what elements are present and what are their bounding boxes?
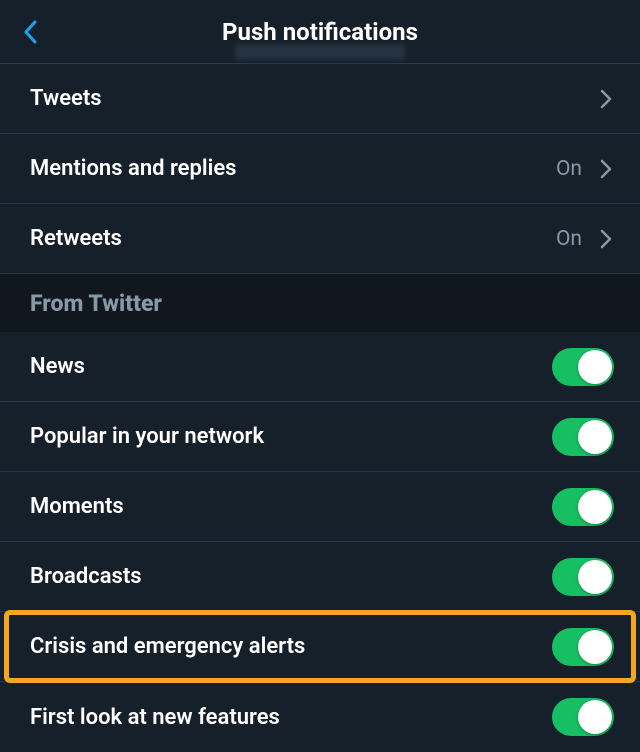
row-label: Tweets [30,86,600,111]
toggle-knob [578,630,612,664]
toggle-label: News [30,354,552,379]
back-button[interactable] [20,17,40,47]
row-tweets[interactable]: Tweets [0,64,640,134]
row-value: On [556,227,582,251]
toggle-moments[interactable] [552,488,614,526]
row-mentions[interactable]: Mentions and replies On [0,134,640,204]
row-label: Mentions and replies [30,156,556,181]
toggle-label: Crisis and emergency alerts [30,634,552,659]
toggle-knob [578,420,612,454]
toggle-knob [578,490,612,524]
toggle-label: Moments [30,494,552,519]
row-news: News [0,332,640,402]
row-crisis: Crisis and emergency alerts [0,612,640,682]
toggle-news[interactable] [552,348,614,386]
chevron-left-icon [23,20,37,44]
row-popular: Popular in your network [0,402,640,472]
toggle-broadcasts[interactable] [552,558,614,596]
row-value: On [556,157,582,181]
toggle-label: Broadcasts [30,564,552,589]
settings-list: Tweets Mentions and replies On Retweets … [0,64,640,752]
toggle-popular[interactable] [552,418,614,456]
page-title: Push notifications [222,18,418,46]
row-label: Retweets [30,226,556,251]
subtitle-redacted [235,44,405,60]
header: Push notifications [0,0,640,64]
chevron-right-icon [600,159,612,179]
toggle-knob [578,560,612,594]
toggle-label: First look at new features [30,705,552,730]
section-header-from-twitter: From Twitter [0,274,640,332]
chevron-right-icon [600,229,612,249]
row-retweets[interactable]: Retweets On [0,204,640,274]
toggle-knob [578,350,612,384]
chevron-right-icon [600,89,612,109]
toggle-label: Popular in your network [30,424,552,449]
row-moments: Moments [0,472,640,542]
row-broadcasts: Broadcasts [0,542,640,612]
toggle-crisis[interactable] [552,628,614,666]
section-label: From Twitter [30,290,162,317]
toggle-knob [578,700,612,734]
row-first-look: First look at new features [0,682,640,752]
toggle-first-look[interactable] [552,698,614,736]
